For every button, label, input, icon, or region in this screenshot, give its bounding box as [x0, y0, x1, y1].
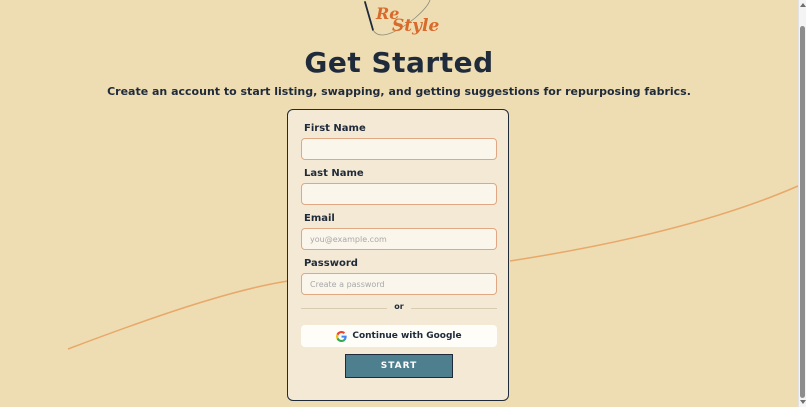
password-input[interactable]	[301, 273, 497, 295]
scroll-up-icon[interactable]	[800, 3, 806, 7]
or-divider: or	[301, 302, 497, 314]
last-name-input[interactable]	[301, 183, 497, 205]
divider-text: or	[394, 302, 404, 311]
email-input[interactable]	[301, 228, 497, 250]
first-name-label: First Name	[304, 123, 366, 134]
logo-text-style: Style	[392, 16, 440, 36]
start-button[interactable]: START	[345, 354, 453, 378]
last-name-label: Last Name	[304, 168, 364, 179]
password-label: Password	[304, 258, 358, 269]
page: Re Style Get Started Create an account t…	[0, 0, 798, 407]
email-label: Email	[304, 213, 335, 224]
page-subtitle: Create an account to start listing, swap…	[107, 85, 691, 98]
scrollbar-thumb[interactable]	[800, 26, 805, 398]
google-button-label: Continue with Google	[352, 331, 462, 341]
signup-form: First Name Last Name Email Password or C…	[287, 109, 509, 401]
vertical-scrollbar[interactable]	[798, 0, 806, 407]
scroll-down-icon[interactable]	[800, 400, 806, 404]
google-icon	[336, 330, 348, 342]
divider-line-right	[411, 308, 497, 309]
brand-logo[interactable]: Re Style	[360, 0, 440, 44]
first-name-input[interactable]	[301, 138, 497, 160]
continue-with-google-button[interactable]: Continue with Google	[301, 325, 497, 347]
page-title: Get Started	[304, 46, 494, 79]
